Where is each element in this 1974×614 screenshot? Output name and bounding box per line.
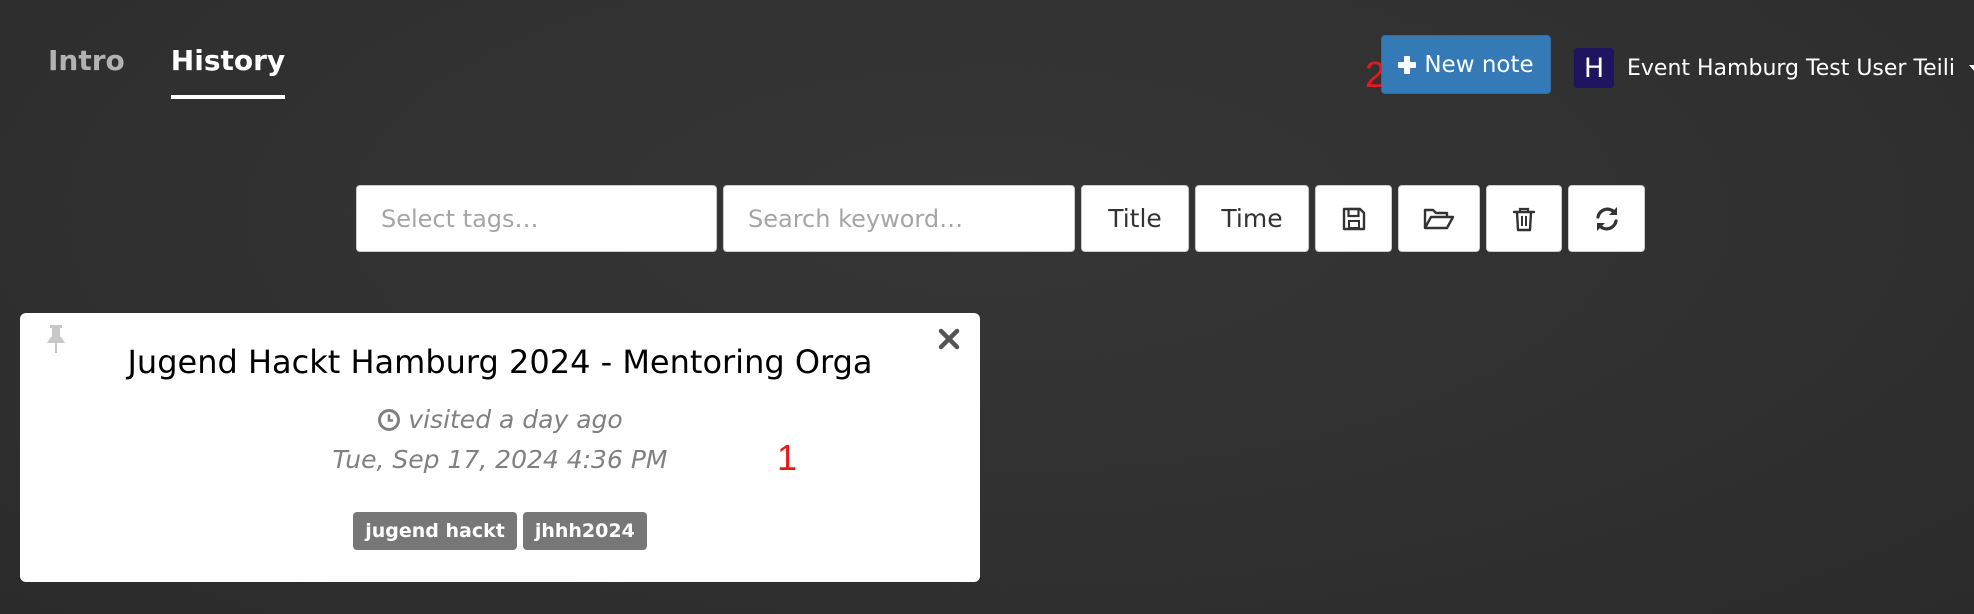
history-toolbar: Title Time bbox=[356, 185, 1645, 252]
folder-open-icon bbox=[1423, 208, 1455, 229]
select-tags-input[interactable] bbox=[356, 185, 717, 252]
tag-jhhh2024[interactable]: jhhh2024 bbox=[522, 512, 647, 550]
user-name: Event Hamburg Test User Teili bbox=[1627, 55, 1956, 81]
note-date: Tue, Sep 17, 2024 4:36 PM bbox=[332, 445, 668, 474]
sort-time-button[interactable]: Time bbox=[1195, 185, 1309, 252]
user-menu[interactable]: H Event Hamburg Test User Teili bbox=[1574, 48, 1974, 88]
refresh-history-button[interactable] bbox=[1568, 185, 1645, 252]
save-icon bbox=[1342, 207, 1365, 230]
trash-icon bbox=[1512, 207, 1536, 231]
caret-down-icon bbox=[1969, 65, 1974, 73]
note-title: Jugend Hackt Hamburg 2024 - Mentoring Or… bbox=[127, 343, 873, 381]
visited-text: visited a day ago bbox=[408, 405, 623, 434]
history-card[interactable]: Jugend Hackt Hamburg 2024 - Mentoring Or… bbox=[20, 313, 980, 582]
search-keyword-input[interactable] bbox=[723, 185, 1075, 252]
visited-line: visited a day ago bbox=[20, 405, 980, 434]
tab-intro[interactable]: Intro bbox=[48, 44, 125, 99]
tab-history[interactable]: History bbox=[170, 44, 286, 99]
plus-icon bbox=[1398, 55, 1417, 74]
new-note-label: New note bbox=[1424, 51, 1534, 78]
clear-history-button[interactable] bbox=[1486, 185, 1562, 252]
sort-title-button[interactable]: Title bbox=[1081, 185, 1189, 252]
tag-jugend-hackt[interactable]: jugend hackt bbox=[353, 512, 517, 550]
new-note-button[interactable]: New note bbox=[1381, 35, 1551, 94]
tag-list: jugend hackt jhhh2024 bbox=[20, 512, 980, 550]
nav-tabs: Intro History bbox=[48, 44, 286, 99]
export-history-button[interactable] bbox=[1315, 185, 1392, 252]
import-history-button[interactable] bbox=[1398, 185, 1480, 252]
clock-icon bbox=[378, 408, 401, 431]
refresh-icon bbox=[1595, 206, 1618, 231]
avatar: H bbox=[1574, 48, 1614, 88]
annotation-marker-1: 1 bbox=[777, 437, 798, 478]
